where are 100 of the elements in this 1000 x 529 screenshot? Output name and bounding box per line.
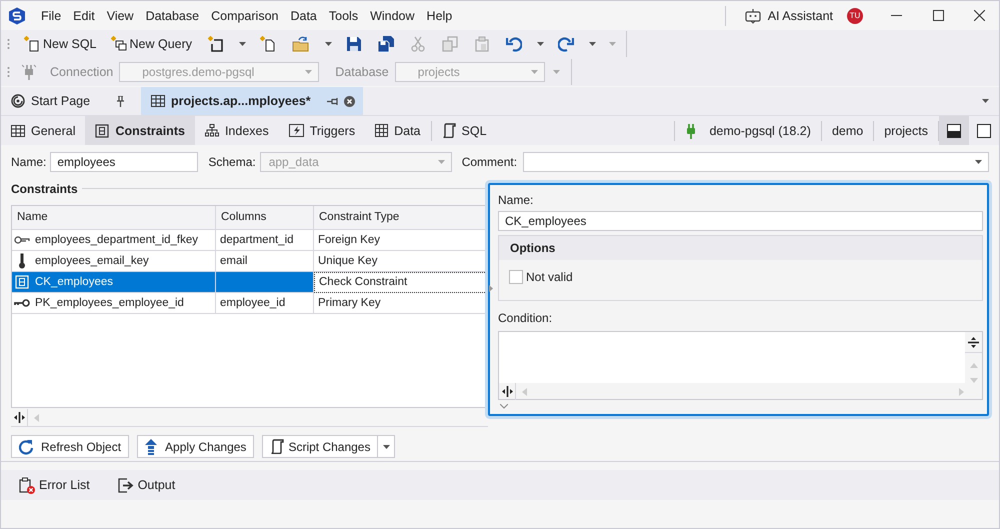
script-changes-button[interactable]: Script Changes [262, 435, 378, 458]
caret-icon[interactable] [324, 42, 332, 46]
table-icon [151, 95, 165, 107]
menu-item[interactable]: Window [364, 8, 421, 22]
start-page-icon [11, 94, 25, 108]
caret-icon [530, 70, 538, 74]
table-icon [11, 124, 25, 136]
caret-icon [438, 160, 445, 164]
hierarchy-icon [204, 124, 219, 138]
menu-item[interactable]: Data [284, 8, 323, 22]
schema-label: Schema: [208, 155, 256, 169]
table-cell: employees_email_key [35, 254, 149, 266]
checkbox-label: Not valid [526, 270, 573, 284]
caret-icon[interactable] [382, 444, 390, 448]
comment-label: Comment: [462, 155, 518, 169]
error-list-icon [19, 476, 35, 494]
document-tab[interactable]: Start Page [1, 87, 135, 115]
split-handle-icon[interactable] [502, 386, 512, 397]
menu-item[interactable]: File [35, 8, 68, 22]
split-view-icon [947, 124, 961, 138]
editor-tab[interactable]: General [1, 116, 86, 145]
constraint-name-field[interactable]: CK_employees [498, 211, 983, 231]
robot-icon [744, 8, 762, 24]
toolbar-grip-icon[interactable] [7, 38, 10, 50]
caret-icon [975, 160, 982, 164]
upload-icon [145, 438, 158, 454]
not-valid-checkbox[interactable] [509, 270, 523, 284]
caret-icon[interactable] [588, 42, 596, 46]
database-label: Database [334, 65, 390, 79]
grid-icon [375, 124, 388, 137]
panel-tab[interactable]: Error List [19, 476, 90, 494]
lightning-icon [288, 124, 304, 137]
menu-item[interactable]: Tools [322, 8, 364, 22]
undo-icon[interactable] [506, 36, 522, 52]
toolbar-grip-icon[interactable] [7, 66, 10, 78]
expand-arrow-icon[interactable] [489, 285, 493, 292]
menu-item[interactable]: Help [420, 8, 458, 22]
split-handle-icon[interactable] [14, 412, 24, 423]
floppy-disks-icon[interactable] [378, 36, 394, 52]
maximize-icon[interactable] [932, 10, 944, 21]
table-cell: employee_id [220, 296, 286, 308]
document-tab[interactable]: projects.ap...mployees* [141, 87, 363, 115]
pin-icon[interactable] [326, 96, 338, 106]
menu-item[interactable]: Comparison [205, 8, 284, 22]
editor-tab[interactable]: Data [365, 116, 431, 145]
connection-status[interactable]: demo-pgsql (18.2) [675, 116, 821, 145]
caret-icon[interactable] [238, 42, 246, 46]
table-row[interactable]: CK_employees Check Constraint [12, 272, 487, 292]
name-field[interactable]: employees [50, 152, 198, 172]
single-view-icon [977, 124, 991, 138]
close-icon[interactable] [344, 96, 355, 106]
options-title: Options [499, 236, 982, 260]
database-status[interactable]: projects [874, 116, 938, 145]
table-cell: CK_employees [35, 276, 113, 288]
comment-field[interactable] [523, 152, 989, 172]
menu-item[interactable]: View [100, 8, 140, 22]
split-handle-icon[interactable] [968, 336, 979, 348]
collapse-chevron-icon[interactable] [500, 404, 508, 409]
toolbar-button[interactable]: New SQL [18, 32, 104, 56]
toolbar-button[interactable]: New Query [104, 32, 200, 56]
action-button[interactable]: Apply Changes [137, 435, 254, 458]
script-icon [270, 439, 284, 454]
panel-tab[interactable]: Output [118, 478, 176, 492]
caret-icon[interactable] [536, 42, 544, 46]
caret-icon [305, 70, 312, 74]
close-icon[interactable] [974, 10, 984, 21]
schema-status[interactable]: demo [822, 116, 874, 145]
table-cell: email [220, 254, 248, 266]
menu-item[interactable]: Edit [67, 8, 101, 22]
editor-tab[interactable]: Triggers [278, 116, 366, 145]
table-cell: Foreign Key [318, 234, 380, 246]
menu-item[interactable]: Database [140, 8, 206, 22]
new-object-icon[interactable] [208, 36, 224, 52]
user-avatar[interactable]: TU [847, 8, 863, 24]
script-icon [442, 123, 456, 138]
plug-icon [685, 122, 698, 138]
table-cell: PK_employees_employee_id [35, 296, 184, 308]
column-header[interactable]: Columns [216, 206, 314, 230]
redo-icon[interactable] [558, 36, 574, 52]
table-cell: employees_department_id_fkey [35, 234, 198, 246]
editor-tab[interactable]: Indexes [194, 116, 279, 145]
pin-icon[interactable] [116, 96, 125, 106]
condition-label: Condition: [498, 311, 554, 327]
table-cell: department_id [220, 234, 294, 246]
view-mode-button[interactable] [939, 116, 969, 145]
column-header[interactable]: Name [12, 206, 216, 230]
name-label: Name: [498, 193, 534, 209]
constraint-icon [14, 274, 30, 288]
constraint-icon [95, 124, 110, 138]
open-folder-icon[interactable] [292, 36, 310, 52]
editor-tab[interactable]: SQL [432, 116, 497, 145]
new-document-icon [24, 36, 40, 52]
editor-tab[interactable]: Constraints [85, 116, 195, 145]
output-icon [118, 478, 134, 492]
connection-label: Connection [49, 65, 114, 79]
action-button[interactable]: Refresh Object [11, 435, 130, 458]
table-cell: Primary Key [318, 296, 381, 308]
new-file-icon[interactable] [260, 36, 276, 52]
tabs-menu-caret-icon[interactable] [982, 99, 989, 103]
ai-assistant-button[interactable]: AI Assistant [736, 8, 841, 24]
